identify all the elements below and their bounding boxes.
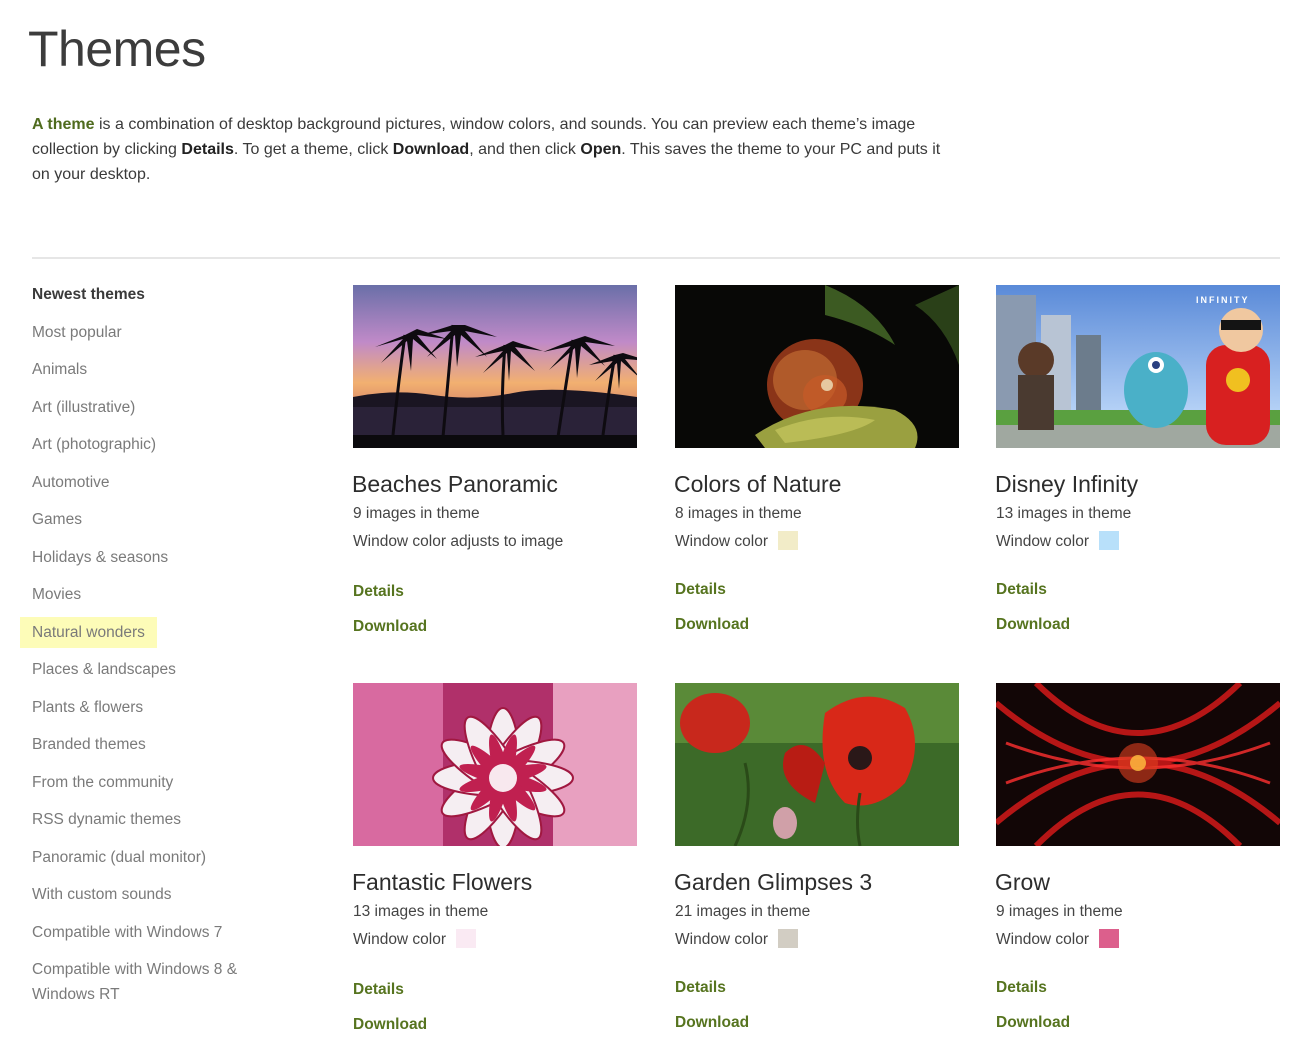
- sidebar-item-movies[interactable]: Movies: [20, 582, 93, 607]
- theme-actions: Details Download: [675, 579, 959, 635]
- sidebar-item-automotive[interactable]: Automotive: [20, 470, 122, 495]
- theme-card-colors-of-nature: Colors of Nature 8 images in theme Windo…: [674, 285, 959, 649]
- theme-window-color-row: Window color: [996, 529, 1280, 554]
- sidebar-item-most-popular[interactable]: Most popular: [20, 320, 134, 345]
- sidebar-item-from-the-community[interactable]: From the community: [20, 770, 185, 795]
- theme-window-color-row: Window color adjusts to image: [353, 529, 637, 554]
- sidebar-item-newest-themes[interactable]: Newest themes: [20, 282, 157, 307]
- theme-title: Garden Glimpses 3: [674, 869, 873, 895]
- details-link[interactable]: Details: [675, 579, 959, 600]
- section-divider: [32, 257, 1280, 259]
- details-link[interactable]: Details: [996, 977, 1280, 998]
- theme-actions: Details Download: [996, 579, 1280, 635]
- sidebar-item-art-photographic[interactable]: Art (photographic): [20, 432, 168, 457]
- window-color-swatch: [456, 929, 477, 948]
- sidebar-item-natural-wonders[interactable]: Natural wonders: [20, 616, 157, 648]
- theme-definition-link[interactable]: A theme: [32, 116, 95, 133]
- theme-card-grow: Grow 9 images in theme Window color Deta…: [995, 683, 1280, 1047]
- sidebar-item-branded-themes[interactable]: Branded themes: [20, 732, 158, 757]
- sidebar-item-with-custom-sounds[interactable]: With custom sounds: [20, 882, 184, 907]
- theme-card-garden-glimpses-3: Garden Glimpses 3 21 images in theme Win…: [674, 683, 959, 1047]
- theme-card-fantastic-flowers: Fantastic Flowers 13 images in theme Win…: [352, 683, 637, 1049]
- theme-title: Fantastic Flowers: [352, 869, 533, 895]
- theme-window-color-row: Window color: [996, 927, 1280, 952]
- sidebar-item-holidays-seasons[interactable]: Holidays & seasons: [20, 545, 180, 570]
- theme-image-count: 8 images in theme: [675, 505, 802, 522]
- sidebar-item-animals[interactable]: Animals: [20, 357, 99, 382]
- window-color-swatch: [1099, 531, 1120, 550]
- theme-thumbnail-garden-glimpses[interactable]: [675, 683, 959, 846]
- sidebar-item-art-illustrative[interactable]: Art (illustrative): [20, 395, 147, 420]
- theme-actions: Details Download: [353, 979, 637, 1035]
- category-sidebar: Newest themes Most popular Animals Art (…: [20, 282, 300, 1020]
- theme-card-disney-infinity: INFINITY Disney Infinity 13 images in th…: [995, 285, 1280, 649]
- theme-title: Grow: [995, 869, 1050, 895]
- sidebar-item-plants-flowers[interactable]: Plants & flowers: [20, 695, 155, 720]
- theme-title: Beaches Panoramic: [352, 471, 558, 497]
- intro-bold-download: Download: [392, 141, 470, 158]
- theme-thumbnail-disney-infinity[interactable]: INFINITY: [996, 285, 1280, 448]
- intro-text-3: , and then click: [469, 141, 581, 158]
- theme-window-color-label: Window color: [996, 533, 1090, 550]
- sidebar-item-places-landscapes[interactable]: Places & landscapes: [20, 657, 188, 682]
- theme-thumbnail-grow[interactable]: [996, 683, 1280, 846]
- sidebar-item-panoramic-dual-monitor[interactable]: Panoramic (dual monitor): [20, 845, 218, 870]
- details-link[interactable]: Details: [675, 977, 959, 998]
- theme-window-color-row: Window color: [675, 529, 959, 554]
- sidebar-item-compatible-windows-7[interactable]: Compatible with Windows 7: [20, 920, 234, 945]
- window-color-swatch: [778, 929, 799, 948]
- download-link[interactable]: Download: [353, 1014, 637, 1035]
- theme-actions: Details Download: [996, 977, 1280, 1033]
- theme-thumbnail-beaches[interactable]: [353, 285, 637, 448]
- intro-text-2: . To get a theme, click: [233, 141, 393, 158]
- sidebar-item-games[interactable]: Games: [20, 507, 94, 532]
- theme-window-color-label: Window color: [353, 931, 447, 948]
- intro-bold-open: Open: [580, 141, 622, 158]
- theme-thumbnail-fantastic-flowers[interactable]: [353, 683, 637, 846]
- intro-bold-details: Details: [181, 141, 234, 158]
- theme-window-color-label: Window color adjusts to image: [353, 533, 564, 550]
- sidebar-item-compatible-windows-8-rt[interactable]: Compatible with Windows 8 & Windows RT: [20, 957, 279, 1007]
- sidebar-item-rss-dynamic-themes[interactable]: RSS dynamic themes: [20, 807, 193, 832]
- theme-image-count: 13 images in theme: [353, 903, 489, 920]
- details-link[interactable]: Details: [353, 979, 637, 1000]
- window-color-swatch: [1099, 929, 1120, 948]
- intro-paragraph: A theme is a combination of desktop back…: [32, 112, 957, 187]
- page-title: Themes: [28, 21, 206, 77]
- download-link[interactable]: Download: [353, 616, 637, 637]
- download-link[interactable]: Download: [675, 614, 959, 635]
- details-link[interactable]: Details: [353, 581, 637, 602]
- theme-image-count: 21 images in theme: [675, 903, 811, 920]
- details-link[interactable]: Details: [996, 579, 1280, 600]
- theme-actions: Details Download: [675, 977, 959, 1033]
- theme-window-color-label: Window color: [675, 931, 769, 948]
- theme-window-color-label: Window color: [996, 931, 1090, 948]
- theme-image-count: 13 images in theme: [996, 505, 1132, 522]
- theme-actions: Details Download: [353, 581, 637, 637]
- theme-window-color-row: Window color: [353, 927, 637, 952]
- download-link[interactable]: Download: [675, 1012, 959, 1033]
- window-color-swatch: [778, 531, 799, 550]
- theme-title: Disney Infinity: [995, 471, 1139, 497]
- download-link[interactable]: Download: [996, 614, 1280, 635]
- theme-image-count: 9 images in theme: [996, 903, 1123, 920]
- theme-window-color-label: Window color: [675, 533, 769, 550]
- theme-thumbnail-colors-of-nature[interactable]: [675, 285, 959, 448]
- theme-grid: Beaches Panoramic 9 images in theme Wind…: [352, 285, 1281, 1047]
- theme-title: Colors of Nature: [674, 471, 842, 497]
- theme-card-beaches-panoramic: Beaches Panoramic 9 images in theme Wind…: [352, 285, 637, 651]
- theme-image-count: 9 images in theme: [353, 505, 480, 522]
- download-link[interactable]: Download: [996, 1012, 1280, 1033]
- disney-infinity-logo: INFINITY: [1196, 295, 1250, 305]
- theme-window-color-row: Window color: [675, 927, 959, 952]
